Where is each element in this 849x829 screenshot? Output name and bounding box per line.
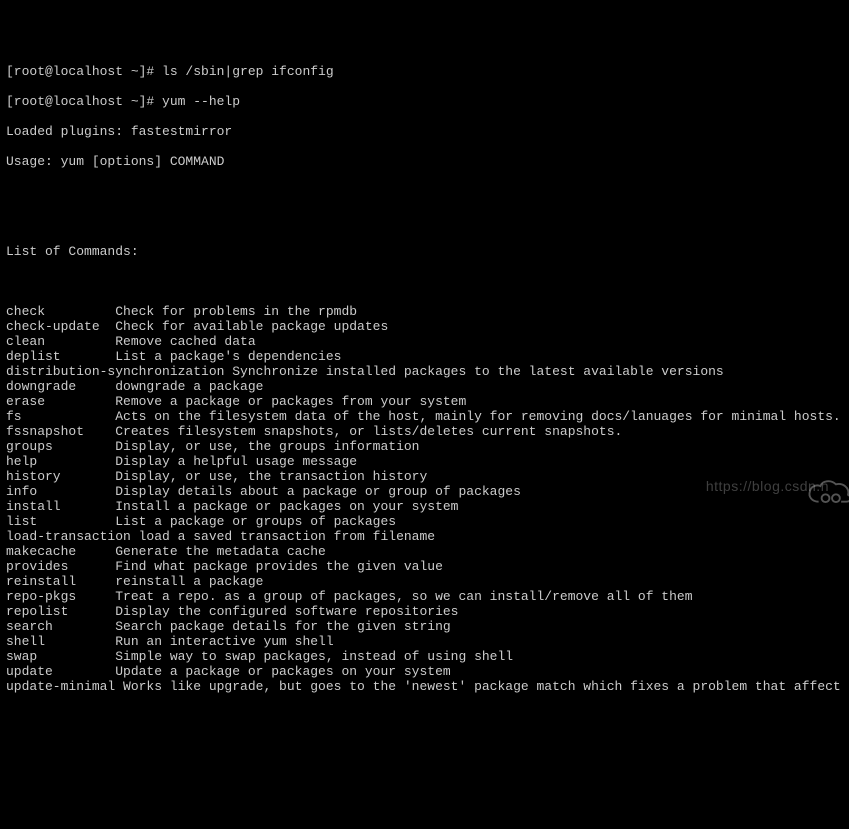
blank-line-1 bbox=[6, 184, 843, 199]
command-row: install Install a package or packages on… bbox=[6, 499, 843, 514]
command-row: deplist List a package's dependencies bbox=[6, 349, 843, 364]
loaded-plugins-line: Loaded plugins: fastestmirror bbox=[6, 124, 843, 139]
command-row: erase Remove a package or packages from … bbox=[6, 394, 843, 409]
command-row: fssnapshot Creates filesystem snapshots,… bbox=[6, 424, 843, 439]
blank-line-3 bbox=[6, 274, 843, 289]
list-of-commands-header: List of Commands: bbox=[6, 244, 843, 259]
command-row: help Display a helpful usage message bbox=[6, 454, 843, 469]
shell-prompt-line-1: [root@localhost ~]# ls /sbin|grep ifconf… bbox=[6, 64, 843, 79]
shell-prompt-line-2: [root@localhost ~]# yum --help bbox=[6, 94, 843, 109]
command-row: fs Acts on the filesystem data of the ho… bbox=[6, 409, 843, 424]
command-row: groups Display, or use, the groups infor… bbox=[6, 439, 843, 454]
command-row: check Check for problems in the rpmdb bbox=[6, 304, 843, 319]
command-row: distribution-synchronization Synchronize… bbox=[6, 364, 843, 379]
command-row: load-transaction load a saved transactio… bbox=[6, 529, 843, 544]
command-row: swap Simple way to swap packages, instea… bbox=[6, 649, 843, 664]
usage-line: Usage: yum [options] COMMAND bbox=[6, 154, 843, 169]
command-row: makecache Generate the metadata cache bbox=[6, 544, 843, 559]
command-row: provides Find what package provides the … bbox=[6, 559, 843, 574]
command-row: update-minimal Works like upgrade, but g… bbox=[6, 679, 843, 694]
command-row: check-update Check for available package… bbox=[6, 319, 843, 334]
cloud-brand-icon bbox=[787, 460, 839, 496]
command-row: shell Run an interactive yum shell bbox=[6, 634, 843, 649]
command-row: repolist Display the configured software… bbox=[6, 604, 843, 619]
command-row: update Update a package or packages on y… bbox=[6, 664, 843, 679]
command-row: repo-pkgs Treat a repo. as a group of pa… bbox=[6, 589, 843, 604]
command-list: check Check for problems in the rpmdbche… bbox=[6, 304, 843, 694]
command-row: search Search package details for the gi… bbox=[6, 619, 843, 634]
command-row: clean Remove cached data bbox=[6, 334, 843, 349]
blank-line-2 bbox=[6, 214, 843, 229]
command-row: downgrade downgrade a package bbox=[6, 379, 843, 394]
command-row: list List a package or groups of package… bbox=[6, 514, 843, 529]
command-row: reinstall reinstall a package bbox=[6, 574, 843, 589]
